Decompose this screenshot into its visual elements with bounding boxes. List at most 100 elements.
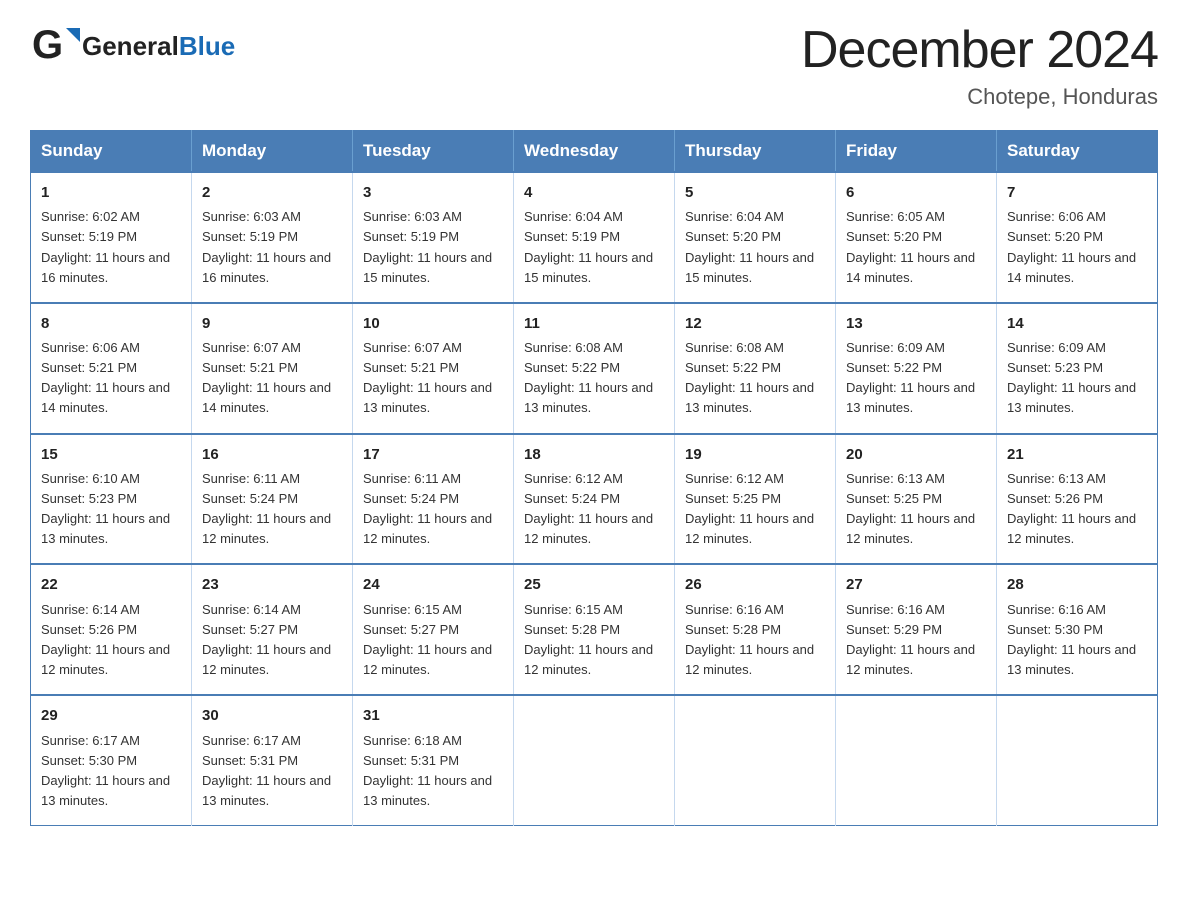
calendar-day-cell: 27 Sunrise: 6:16 AM Sunset: 5:29 PM Dayl… bbox=[836, 564, 997, 695]
title-area: December 2024 Chotepe, Honduras bbox=[801, 20, 1158, 110]
day-number: 13 bbox=[846, 312, 986, 335]
day-number: 3 bbox=[363, 181, 503, 204]
calendar-day-cell: 19 Sunrise: 6:12 AM Sunset: 5:25 PM Dayl… bbox=[675, 434, 836, 565]
day-info: Sunrise: 6:06 AM Sunset: 5:20 PM Dayligh… bbox=[1007, 207, 1147, 288]
day-number: 16 bbox=[202, 443, 342, 466]
day-info: Sunrise: 6:15 AM Sunset: 5:28 PM Dayligh… bbox=[524, 600, 664, 681]
day-number: 18 bbox=[524, 443, 664, 466]
day-number: 5 bbox=[685, 181, 825, 204]
weekday-header-thursday: Thursday bbox=[675, 131, 836, 173]
weekday-header-saturday: Saturday bbox=[997, 131, 1158, 173]
day-number: 22 bbox=[41, 573, 181, 596]
calendar-day-cell bbox=[675, 695, 836, 825]
day-info: Sunrise: 6:09 AM Sunset: 5:22 PM Dayligh… bbox=[846, 338, 986, 419]
calendar-day-cell: 11 Sunrise: 6:08 AM Sunset: 5:22 PM Dayl… bbox=[514, 303, 675, 434]
day-info: Sunrise: 6:11 AM Sunset: 5:24 PM Dayligh… bbox=[363, 469, 503, 550]
day-info: Sunrise: 6:03 AM Sunset: 5:19 PM Dayligh… bbox=[202, 207, 342, 288]
day-info: Sunrise: 6:13 AM Sunset: 5:26 PM Dayligh… bbox=[1007, 469, 1147, 550]
day-number: 29 bbox=[41, 704, 181, 727]
day-number: 28 bbox=[1007, 573, 1147, 596]
calendar-day-cell: 5 Sunrise: 6:04 AM Sunset: 5:20 PM Dayli… bbox=[675, 172, 836, 303]
calendar-day-cell: 22 Sunrise: 6:14 AM Sunset: 5:26 PM Dayl… bbox=[31, 564, 192, 695]
day-number: 2 bbox=[202, 181, 342, 204]
day-info: Sunrise: 6:18 AM Sunset: 5:31 PM Dayligh… bbox=[363, 731, 503, 812]
day-info: Sunrise: 6:12 AM Sunset: 5:24 PM Dayligh… bbox=[524, 469, 664, 550]
weekday-header-sunday: Sunday bbox=[31, 131, 192, 173]
day-info: Sunrise: 6:07 AM Sunset: 5:21 PM Dayligh… bbox=[202, 338, 342, 419]
svg-text:G: G bbox=[32, 23, 63, 67]
day-info: Sunrise: 6:08 AM Sunset: 5:22 PM Dayligh… bbox=[685, 338, 825, 419]
calendar-day-cell: 7 Sunrise: 6:06 AM Sunset: 5:20 PM Dayli… bbox=[997, 172, 1158, 303]
day-number: 11 bbox=[524, 312, 664, 335]
calendar-day-cell: 6 Sunrise: 6:05 AM Sunset: 5:20 PM Dayli… bbox=[836, 172, 997, 303]
page-subtitle: Chotepe, Honduras bbox=[801, 84, 1158, 110]
day-info: Sunrise: 6:08 AM Sunset: 5:22 PM Dayligh… bbox=[524, 338, 664, 419]
calendar-day-cell: 31 Sunrise: 6:18 AM Sunset: 5:31 PM Dayl… bbox=[353, 695, 514, 825]
day-info: Sunrise: 6:06 AM Sunset: 5:21 PM Dayligh… bbox=[41, 338, 181, 419]
calendar-week-row: 22 Sunrise: 6:14 AM Sunset: 5:26 PM Dayl… bbox=[31, 564, 1158, 695]
day-number: 17 bbox=[363, 443, 503, 466]
calendar-day-cell: 1 Sunrise: 6:02 AM Sunset: 5:19 PM Dayli… bbox=[31, 172, 192, 303]
day-info: Sunrise: 6:15 AM Sunset: 5:27 PM Dayligh… bbox=[363, 600, 503, 681]
day-number: 1 bbox=[41, 181, 181, 204]
day-number: 6 bbox=[846, 181, 986, 204]
calendar-day-cell bbox=[836, 695, 997, 825]
calendar-day-cell bbox=[514, 695, 675, 825]
calendar-day-cell: 4 Sunrise: 6:04 AM Sunset: 5:19 PM Dayli… bbox=[514, 172, 675, 303]
calendar-day-cell: 25 Sunrise: 6:15 AM Sunset: 5:28 PM Dayl… bbox=[514, 564, 675, 695]
day-info: Sunrise: 6:12 AM Sunset: 5:25 PM Dayligh… bbox=[685, 469, 825, 550]
calendar-day-cell: 13 Sunrise: 6:09 AM Sunset: 5:22 PM Dayl… bbox=[836, 303, 997, 434]
calendar-day-cell: 23 Sunrise: 6:14 AM Sunset: 5:27 PM Dayl… bbox=[192, 564, 353, 695]
day-number: 31 bbox=[363, 704, 503, 727]
weekday-header-monday: Monday bbox=[192, 131, 353, 173]
calendar-day-cell: 15 Sunrise: 6:10 AM Sunset: 5:23 PM Dayl… bbox=[31, 434, 192, 565]
day-info: Sunrise: 6:05 AM Sunset: 5:20 PM Dayligh… bbox=[846, 207, 986, 288]
day-number: 27 bbox=[846, 573, 986, 596]
calendar-day-cell: 17 Sunrise: 6:11 AM Sunset: 5:24 PM Dayl… bbox=[353, 434, 514, 565]
day-number: 9 bbox=[202, 312, 342, 335]
day-number: 10 bbox=[363, 312, 503, 335]
day-number: 19 bbox=[685, 443, 825, 466]
calendar-day-cell: 20 Sunrise: 6:13 AM Sunset: 5:25 PM Dayl… bbox=[836, 434, 997, 565]
day-number: 23 bbox=[202, 573, 342, 596]
calendar-week-row: 8 Sunrise: 6:06 AM Sunset: 5:21 PM Dayli… bbox=[31, 303, 1158, 434]
calendar-day-cell: 24 Sunrise: 6:15 AM Sunset: 5:27 PM Dayl… bbox=[353, 564, 514, 695]
logo-general: General bbox=[82, 31, 179, 61]
day-info: Sunrise: 6:13 AM Sunset: 5:25 PM Dayligh… bbox=[846, 469, 986, 550]
day-info: Sunrise: 6:02 AM Sunset: 5:19 PM Dayligh… bbox=[41, 207, 181, 288]
calendar-day-cell: 16 Sunrise: 6:11 AM Sunset: 5:24 PM Dayl… bbox=[192, 434, 353, 565]
calendar-day-cell: 14 Sunrise: 6:09 AM Sunset: 5:23 PM Dayl… bbox=[997, 303, 1158, 434]
day-info: Sunrise: 6:17 AM Sunset: 5:30 PM Dayligh… bbox=[41, 731, 181, 812]
calendar-day-cell: 30 Sunrise: 6:17 AM Sunset: 5:31 PM Dayl… bbox=[192, 695, 353, 825]
day-number: 12 bbox=[685, 312, 825, 335]
calendar-week-row: 29 Sunrise: 6:17 AM Sunset: 5:30 PM Dayl… bbox=[31, 695, 1158, 825]
calendar-day-cell bbox=[997, 695, 1158, 825]
day-number: 7 bbox=[1007, 181, 1147, 204]
day-number: 15 bbox=[41, 443, 181, 466]
calendar-header-row: SundayMondayTuesdayWednesdayThursdayFrid… bbox=[31, 131, 1158, 173]
weekday-header-wednesday: Wednesday bbox=[514, 131, 675, 173]
day-number: 24 bbox=[363, 573, 503, 596]
calendar-day-cell: 18 Sunrise: 6:12 AM Sunset: 5:24 PM Dayl… bbox=[514, 434, 675, 565]
day-info: Sunrise: 6:16 AM Sunset: 5:28 PM Dayligh… bbox=[685, 600, 825, 681]
logo-icon: G bbox=[30, 20, 82, 72]
day-number: 25 bbox=[524, 573, 664, 596]
day-info: Sunrise: 6:17 AM Sunset: 5:31 PM Dayligh… bbox=[202, 731, 342, 812]
day-info: Sunrise: 6:07 AM Sunset: 5:21 PM Dayligh… bbox=[363, 338, 503, 419]
day-info: Sunrise: 6:03 AM Sunset: 5:19 PM Dayligh… bbox=[363, 207, 503, 288]
logo: G GeneralBlue bbox=[30, 20, 235, 72]
calendar-week-row: 15 Sunrise: 6:10 AM Sunset: 5:23 PM Dayl… bbox=[31, 434, 1158, 565]
day-info: Sunrise: 6:10 AM Sunset: 5:23 PM Dayligh… bbox=[41, 469, 181, 550]
logo-blue-text: Blue bbox=[179, 31, 235, 61]
calendar-day-cell: 29 Sunrise: 6:17 AM Sunset: 5:30 PM Dayl… bbox=[31, 695, 192, 825]
weekday-header-friday: Friday bbox=[836, 131, 997, 173]
calendar-day-cell: 26 Sunrise: 6:16 AM Sunset: 5:28 PM Dayl… bbox=[675, 564, 836, 695]
day-info: Sunrise: 6:14 AM Sunset: 5:26 PM Dayligh… bbox=[41, 600, 181, 681]
calendar-day-cell: 28 Sunrise: 6:16 AM Sunset: 5:30 PM Dayl… bbox=[997, 564, 1158, 695]
day-number: 21 bbox=[1007, 443, 1147, 466]
weekday-header-tuesday: Tuesday bbox=[353, 131, 514, 173]
day-info: Sunrise: 6:16 AM Sunset: 5:30 PM Dayligh… bbox=[1007, 600, 1147, 681]
day-number: 8 bbox=[41, 312, 181, 335]
page-header: G GeneralBlue December 2024 Chotepe, Hon… bbox=[30, 20, 1158, 110]
calendar-table: SundayMondayTuesdayWednesdayThursdayFrid… bbox=[30, 130, 1158, 826]
